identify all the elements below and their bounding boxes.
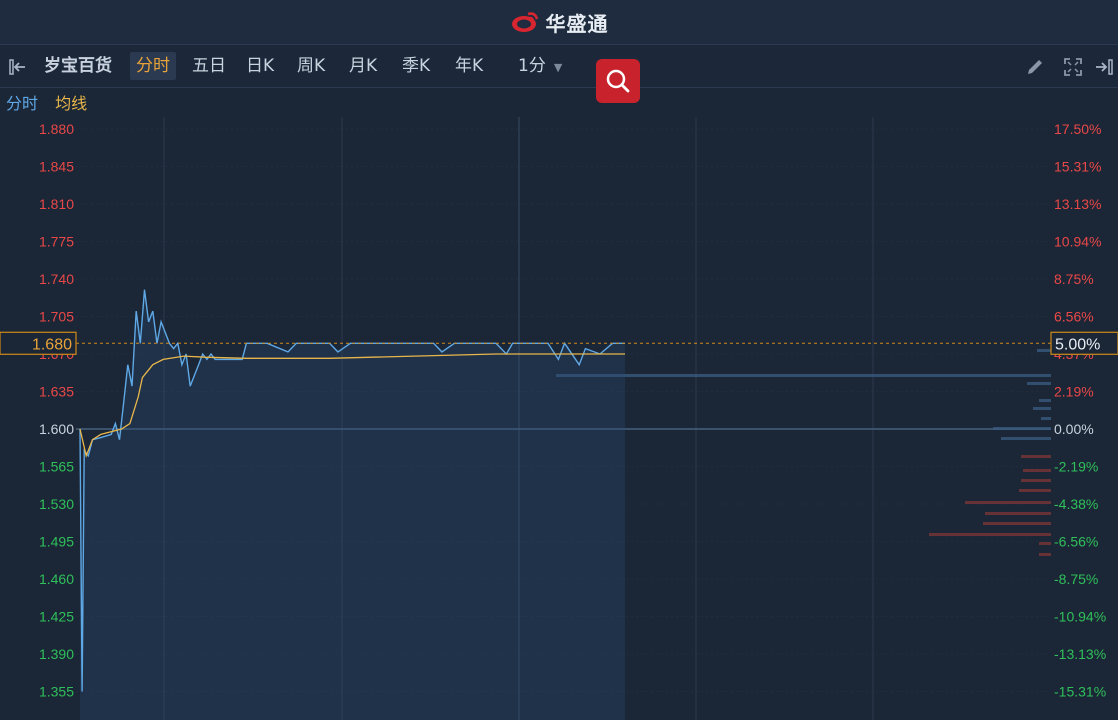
y-tick-label-left: 1.775 (39, 234, 74, 250)
interval-select[interactable]: 1分 ▼ (518, 45, 562, 87)
tab-five-day[interactable]: 五日 (192, 45, 226, 87)
y-tick-label-left: 1.705 (39, 309, 74, 325)
brand: 华盛通 (510, 8, 609, 37)
y-tick-label-left: 1.495 (39, 534, 74, 550)
y-tick-label-left: 1.740 (39, 271, 74, 287)
collapse-right-icon[interactable] (1094, 57, 1114, 77)
depth-bar (1041, 417, 1051, 420)
y-tick-label-left: 1.880 (39, 121, 74, 137)
y-tick-label-left: 1.635 (39, 384, 74, 400)
y-tick-label-left: 1.425 (39, 609, 74, 625)
depth-bar (965, 501, 1051, 504)
tab-yearly-k[interactable]: 年K (455, 45, 483, 87)
y-tick-label-left: 1.845 (39, 159, 74, 175)
y-tick-label-right: -2.19% (1054, 459, 1098, 475)
y-tick-label-right: 15.31% (1054, 159, 1101, 175)
y-tick-label-right: 8.75% (1054, 271, 1094, 287)
depth-bar (1001, 437, 1051, 440)
depth-bar (993, 427, 1051, 430)
y-tick-label-right: 13.13% (1054, 196, 1101, 212)
fullscreen-icon[interactable] (1063, 57, 1083, 77)
depth-bar (983, 522, 1051, 525)
tab-daily-k[interactable]: 日K (246, 45, 274, 87)
y-tick-label-right: -6.56% (1054, 534, 1098, 550)
depth-bar (1019, 489, 1051, 492)
y-tick-label-right: -10.94% (1054, 609, 1106, 625)
depth-bar (1033, 407, 1051, 410)
current-price-label: 1.680 (32, 336, 72, 353)
depth-bar (1037, 349, 1051, 352)
y-tick-label-left: 1.530 (39, 496, 74, 512)
y-tick-label-right: 6.56% (1054, 309, 1094, 325)
y-tick-label-left: 1.390 (39, 646, 74, 662)
app-header: 华盛通 (0, 0, 1118, 45)
depth-bar (556, 374, 1051, 377)
y-tick-label-right: -8.75% (1054, 571, 1098, 587)
huashengtong-logo-icon (511, 12, 538, 32)
depth-bar (1039, 399, 1051, 402)
depth-bar (1027, 382, 1051, 385)
intraday-chart[interactable]: 1.880 17.50% 1.845 15.31% 1.810 13.13% 1.775 10… (0, 117, 1118, 720)
depth-bar (1039, 553, 1051, 556)
legend-intraday: 分时 (6, 94, 39, 113)
chart-toolbar: 岁宝百货 分时 五日 日K 周K 月K 季K 年K 1分 ▼ (0, 45, 1118, 88)
search-icon (606, 69, 630, 93)
search-button[interactable] (596, 59, 640, 103)
depth-bar (1023, 469, 1051, 472)
y-tick-label-left: 1.460 (39, 571, 74, 587)
y-tick-label-left: 1.810 (39, 196, 74, 212)
brand-name: 华盛通 (545, 11, 609, 36)
depth-bar (985, 512, 1051, 515)
y-tick-label-right: -4.38% (1054, 496, 1098, 512)
y-tick-label-right: -13.13% (1054, 646, 1106, 662)
y-tick-label-left: 1.600 (39, 421, 74, 437)
legend-average: 均线 (55, 94, 88, 113)
y-tick-label-right: -15.31% (1054, 684, 1106, 700)
y-tick-label-right: 0.00% (1054, 421, 1094, 437)
y-tick-label-left: 1.355 (39, 684, 74, 700)
tab-weekly-k[interactable]: 周K (297, 45, 325, 87)
y-tick-label-right: 17.50% (1054, 121, 1101, 137)
tab-monthly-k[interactable]: 月K (349, 45, 377, 87)
y-tick-label-right: 2.19% (1054, 384, 1094, 400)
pencil-icon[interactable] (1025, 57, 1045, 77)
y-tick-label-right: 10.94% (1054, 234, 1101, 250)
depth-bar (929, 533, 1051, 536)
current-pct-label: 5.00% (1055, 336, 1100, 353)
interval-value: 1分 (518, 56, 546, 76)
stock-name: 岁宝百货 (44, 56, 112, 76)
collapse-left-icon[interactable] (8, 57, 28, 77)
depth-bar (1021, 479, 1051, 482)
depth-bar (1039, 542, 1051, 545)
y-tick-label-left: 1.565 (39, 459, 74, 475)
tab-quarterly-k[interactable]: 季K (402, 45, 430, 87)
depth-bar (1021, 455, 1051, 458)
tab-intraday[interactable]: 分时 (130, 52, 176, 80)
chevron-down-icon: ▼ (553, 61, 563, 74)
chart-legend: 分时 均线 (6, 90, 99, 116)
